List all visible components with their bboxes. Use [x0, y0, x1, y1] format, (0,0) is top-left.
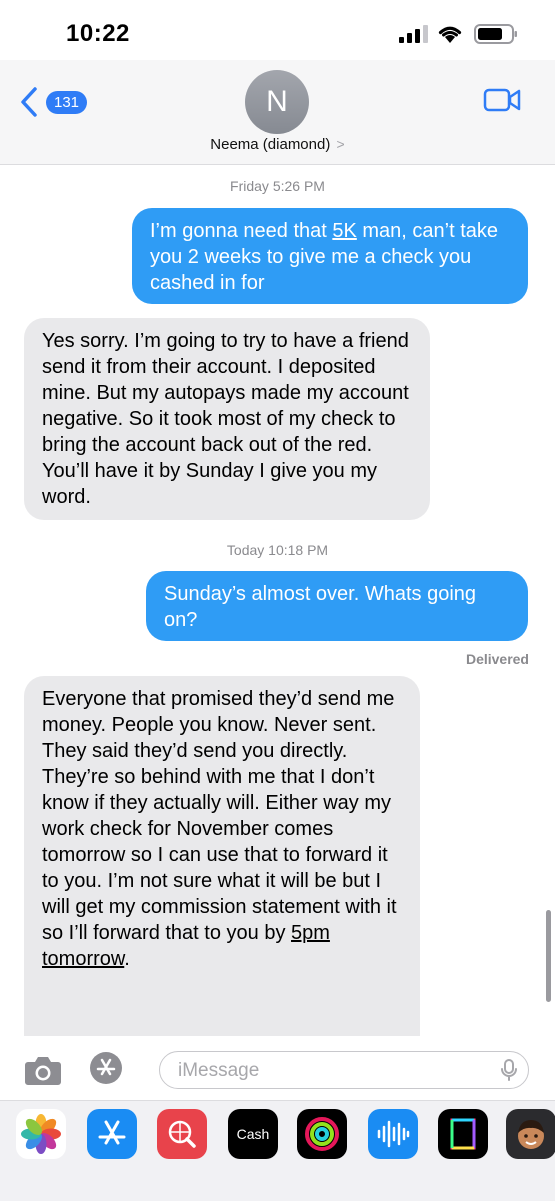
- incoming-message[interactable]: Everyone that promised they’d send me mo…: [24, 676, 420, 1036]
- message-input[interactable]: iMessage: [159, 1051, 529, 1089]
- message-text: Yes sorry. I’m going to try to have a fr…: [42, 330, 409, 508]
- battery-icon: [474, 24, 517, 44]
- memoji-icon[interactable]: [506, 1109, 555, 1159]
- apple-cash-icon[interactable]: Cash: [228, 1109, 278, 1159]
- contact-name-row[interactable]: Neema (diamond) >: [0, 136, 555, 153]
- conversation-header: 131 N Neema (diamond) >: [0, 60, 555, 165]
- app-store-drawer-button[interactable]: [90, 1052, 122, 1084]
- delivered-status: Delivered: [465, 651, 529, 667]
- app-store-icon[interactable]: [87, 1109, 137, 1159]
- gif-icon[interactable]: [438, 1109, 488, 1159]
- microphone-icon[interactable]: [500, 1059, 518, 1081]
- facetime-video-icon[interactable]: [483, 87, 521, 113]
- chevron-right-icon: >: [336, 136, 345, 152]
- message-text: .: [124, 948, 130, 970]
- status-time: 10:22: [66, 20, 130, 47]
- message-link[interactable]: 5K: [332, 220, 356, 242]
- message-text: Everyone that promised they’d send me mo…: [42, 688, 397, 944]
- apple-cash-label: Cash: [236, 1126, 270, 1142]
- wifi-icon: [438, 26, 462, 43]
- timestamp: Today 10:18 PM: [226, 542, 329, 558]
- message-text: I’m gonna need that: [150, 220, 333, 242]
- incoming-message[interactable]: Yes sorry. I’m going to try to have a fr…: [24, 318, 430, 520]
- chevron-left-icon: [21, 87, 37, 117]
- unread-count-badge: 131: [46, 90, 88, 114]
- imessage-app-tray: Cash: [0, 1100, 555, 1201]
- message-text: Sunday’s almost over. Whats going on?: [164, 583, 477, 631]
- fitness-icon[interactable]: [297, 1109, 347, 1159]
- camera-icon[interactable]: [24, 1054, 62, 1086]
- scrollbar[interactable]: [546, 910, 551, 1002]
- message-thread[interactable]: Friday 5:26 PM I’m gonna need that 5K ma…: [0, 165, 555, 1036]
- audio-message-icon[interactable]: [368, 1109, 418, 1159]
- app-store-icon: [96, 1058, 116, 1076]
- contact-name: Neema (diamond): [210, 136, 331, 153]
- status-bar: 10:22: [0, 0, 555, 60]
- composer-bar: iMessage: [0, 1040, 555, 1100]
- cellular-signal-icon: [399, 25, 428, 43]
- web-search-icon[interactable]: [157, 1109, 207, 1159]
- message-input-placeholder: iMessage: [178, 1060, 260, 1081]
- timestamp: Friday 5:26 PM: [230, 178, 325, 194]
- outgoing-message[interactable]: Sunday’s almost over. Whats going on?: [146, 571, 528, 641]
- back-button[interactable]: 131: [20, 87, 88, 117]
- contact-avatar[interactable]: N: [245, 70, 309, 134]
- outgoing-message[interactable]: I’m gonna need that 5K man, can’t take y…: [132, 208, 528, 304]
- photos-icon[interactable]: [16, 1109, 66, 1159]
